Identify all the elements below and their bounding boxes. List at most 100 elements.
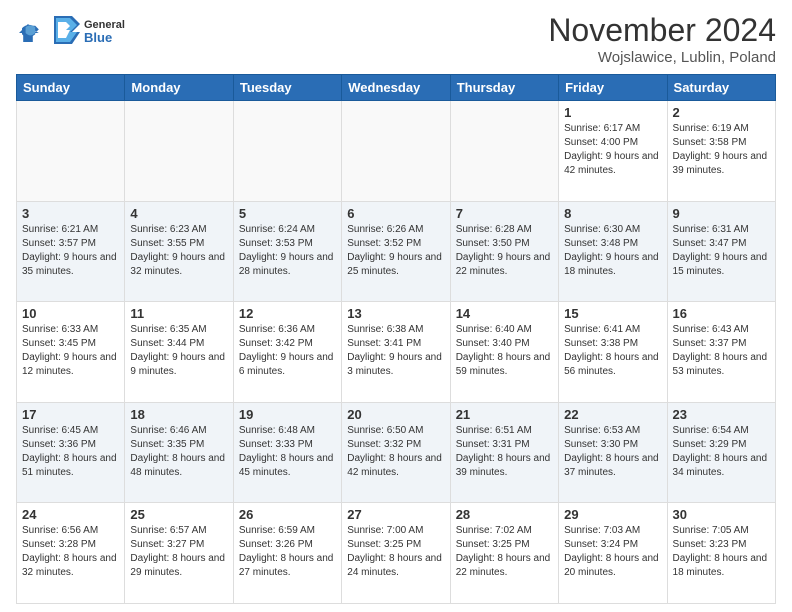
header-sunday: Sunday <box>17 75 125 101</box>
calendar-cell <box>125 101 233 202</box>
day-info: Sunrise: 6:35 AM Sunset: 3:44 PM Dayligh… <box>130 323 227 379</box>
day-number: 23 <box>673 407 770 422</box>
day-number: 2 <box>673 105 770 120</box>
calendar-cell: 2Sunrise: 6:19 AM Sunset: 3:58 PM Daylig… <box>667 101 775 202</box>
day-info: Sunrise: 6:38 AM Sunset: 3:41 PM Dayligh… <box>347 323 444 379</box>
day-number: 12 <box>239 306 336 321</box>
day-number: 17 <box>22 407 119 422</box>
day-info: Sunrise: 6:31 AM Sunset: 3:47 PM Dayligh… <box>673 223 770 279</box>
week-row-5: 24Sunrise: 6:56 AM Sunset: 3:28 PM Dayli… <box>17 503 776 604</box>
calendar-cell: 25 Sunrise: 6:57 AM Sunset: 3:27 PM Dayli… <box>125 503 233 604</box>
day-info: Sunrise: 7:05 AM Sunset: 3:23 PM Dayligh… <box>673 524 770 580</box>
day-number: 27 <box>347 507 444 522</box>
top-section: General Blue November 2024 Wojslawice, L… <box>16 12 776 66</box>
day-number: 9 <box>673 206 770 221</box>
day-number: 19 <box>239 407 336 422</box>
day-number: 13 <box>347 306 444 321</box>
calendar-cell: 15Sunrise: 6:41 AM Sunset: 3:38 PM Dayli… <box>559 302 667 403</box>
day-number: 7 <box>456 206 553 221</box>
calendar-cell: 6 Sunrise: 6:26 AM Sunset: 3:52 PM Daylig… <box>342 201 450 302</box>
calendar: Sunday Monday Tuesday Wednesday Thursday… <box>16 74 776 604</box>
subtitle: Wojslawice, Lublin, Poland <box>548 49 776 66</box>
day-info: Sunrise: 6:26 AM Sunset: 3:52 PM Dayligh… <box>347 223 444 279</box>
day-number: 3 <box>22 206 119 221</box>
calendar-cell: 23 Sunrise: 6:54 AM Sunset: 3:29 PM Dayli… <box>667 402 775 503</box>
day-info: Sunrise: 7:00 AM Sunset: 3:25 PM Dayligh… <box>347 524 444 580</box>
calendar-cell <box>450 101 558 202</box>
day-info: Sunrise: 6:24 AM Sunset: 3:53 PM Dayligh… <box>239 223 336 279</box>
day-number: 4 <box>130 206 227 221</box>
calendar-cell: 16Sunrise: 6:43 AM Sunset: 3:37 PM Dayli… <box>667 302 775 403</box>
calendar-cell: 3 Sunrise: 6:21 AM Sunset: 3:57 PM Daylig… <box>17 201 125 302</box>
day-info: Sunrise: 7:02 AM Sunset: 3:25 PM Dayligh… <box>456 524 553 580</box>
calendar-cell: 4 Sunrise: 6:23 AM Sunset: 3:55 PM Daylig… <box>125 201 233 302</box>
header-wednesday: Wednesday <box>342 75 450 101</box>
calendar-cell: 18 Sunrise: 6:46 AM Sunset: 3:35 PM Dayli… <box>125 402 233 503</box>
calendar-cell: 22 Sunrise: 6:53 AM Sunset: 3:30 PM Dayli… <box>559 402 667 503</box>
header-friday: Friday <box>559 75 667 101</box>
day-number: 24 <box>22 507 119 522</box>
calendar-cell <box>233 101 341 202</box>
calendar-cell: 8 Sunrise: 6:30 AM Sunset: 3:48 PM Daylig… <box>559 201 667 302</box>
day-info: Sunrise: 6:23 AM Sunset: 3:55 PM Dayligh… <box>130 223 227 279</box>
calendar-cell: 24Sunrise: 6:56 AM Sunset: 3:28 PM Dayli… <box>17 503 125 604</box>
day-number: 21 <box>456 407 553 422</box>
header-saturday: Saturday <box>667 75 775 101</box>
logo-text: General Blue <box>44 12 134 53</box>
day-number: 28 <box>456 507 553 522</box>
calendar-cell: 10Sunrise: 6:33 AM Sunset: 3:45 PM Dayli… <box>17 302 125 403</box>
day-info: Sunrise: 6:41 AM Sunset: 3:38 PM Dayligh… <box>564 323 661 379</box>
calendar-cell: 26 Sunrise: 6:59 AM Sunset: 3:26 PM Dayli… <box>233 503 341 604</box>
day-number: 11 <box>130 306 227 321</box>
title-section: November 2024 Wojslawice, Lublin, Poland <box>548 12 776 66</box>
day-number: 29 <box>564 507 661 522</box>
day-info: Sunrise: 6:57 AM Sunset: 3:27 PM Dayligh… <box>130 524 227 580</box>
week-row-1: 1 Sunrise: 6:17 AM Sunset: 4:00 PM Daylig… <box>17 101 776 202</box>
day-number: 26 <box>239 507 336 522</box>
day-info: Sunrise: 6:48 AM Sunset: 3:33 PM Dayligh… <box>239 424 336 480</box>
day-info: Sunrise: 6:30 AM Sunset: 3:48 PM Dayligh… <box>564 223 661 279</box>
week-row-3: 10Sunrise: 6:33 AM Sunset: 3:45 PM Dayli… <box>17 302 776 403</box>
svg-text:Blue: Blue <box>84 30 112 45</box>
calendar-cell: 13 Sunrise: 6:38 AM Sunset: 3:41 PM Dayli… <box>342 302 450 403</box>
day-number: 22 <box>564 407 661 422</box>
day-number: 18 <box>130 407 227 422</box>
day-info: Sunrise: 6:54 AM Sunset: 3:29 PM Dayligh… <box>673 424 770 480</box>
header-row: Sunday Monday Tuesday Wednesday Thursday… <box>17 75 776 101</box>
day-number: 8 <box>564 206 661 221</box>
day-info: Sunrise: 6:43 AM Sunset: 3:37 PM Dayligh… <box>673 323 770 379</box>
day-number: 1 <box>564 105 661 120</box>
calendar-cell: 29 Sunrise: 7:03 AM Sunset: 3:24 PM Dayli… <box>559 503 667 604</box>
week-row-4: 17 Sunrise: 6:45 AM Sunset: 3:36 PM Dayli… <box>17 402 776 503</box>
day-info: Sunrise: 6:53 AM Sunset: 3:30 PM Dayligh… <box>564 424 661 480</box>
day-info: Sunrise: 6:28 AM Sunset: 3:50 PM Dayligh… <box>456 223 553 279</box>
day-info: Sunrise: 6:33 AM Sunset: 3:45 PM Dayligh… <box>22 323 119 379</box>
day-number: 30 <box>673 507 770 522</box>
day-info: Sunrise: 6:59 AM Sunset: 3:26 PM Dayligh… <box>239 524 336 580</box>
day-number: 20 <box>347 407 444 422</box>
day-number: 5 <box>239 206 336 221</box>
day-info: Sunrise: 7:03 AM Sunset: 3:24 PM Dayligh… <box>564 524 661 580</box>
calendar-cell: 28 Sunrise: 7:02 AM Sunset: 3:25 PM Dayli… <box>450 503 558 604</box>
day-info: Sunrise: 6:46 AM Sunset: 3:35 PM Dayligh… <box>130 424 227 480</box>
calendar-cell <box>342 101 450 202</box>
day-number: 6 <box>347 206 444 221</box>
day-info: Sunrise: 6:45 AM Sunset: 3:36 PM Dayligh… <box>22 424 119 480</box>
week-row-2: 3 Sunrise: 6:21 AM Sunset: 3:57 PM Daylig… <box>17 201 776 302</box>
logo: General Blue <box>16 12 134 53</box>
day-number: 25 <box>130 507 227 522</box>
calendar-cell: 14 Sunrise: 6:40 AM Sunset: 3:40 PM Dayli… <box>450 302 558 403</box>
calendar-cell: 11 Sunrise: 6:35 AM Sunset: 3:44 PM Dayli… <box>125 302 233 403</box>
day-number: 14 <box>456 306 553 321</box>
header-thursday: Thursday <box>450 75 558 101</box>
calendar-cell: 30 Sunrise: 7:05 AM Sunset: 3:23 PM Dayli… <box>667 503 775 604</box>
calendar-cell: 19 Sunrise: 6:48 AM Sunset: 3:33 PM Dayli… <box>233 402 341 503</box>
day-info: Sunrise: 6:50 AM Sunset: 3:32 PM Dayligh… <box>347 424 444 480</box>
month-title: November 2024 <box>548 12 776 49</box>
day-info: Sunrise: 6:21 AM Sunset: 3:57 PM Dayligh… <box>22 223 119 279</box>
day-info: Sunrise: 6:17 AM Sunset: 4:00 PM Dayligh… <box>564 122 661 178</box>
calendar-cell: 21Sunrise: 6:51 AM Sunset: 3:31 PM Dayli… <box>450 402 558 503</box>
header-tuesday: Tuesday <box>233 75 341 101</box>
calendar-cell: 27 Sunrise: 7:00 AM Sunset: 3:25 PM Dayli… <box>342 503 450 604</box>
day-info: Sunrise: 6:40 AM Sunset: 3:40 PM Dayligh… <box>456 323 553 379</box>
